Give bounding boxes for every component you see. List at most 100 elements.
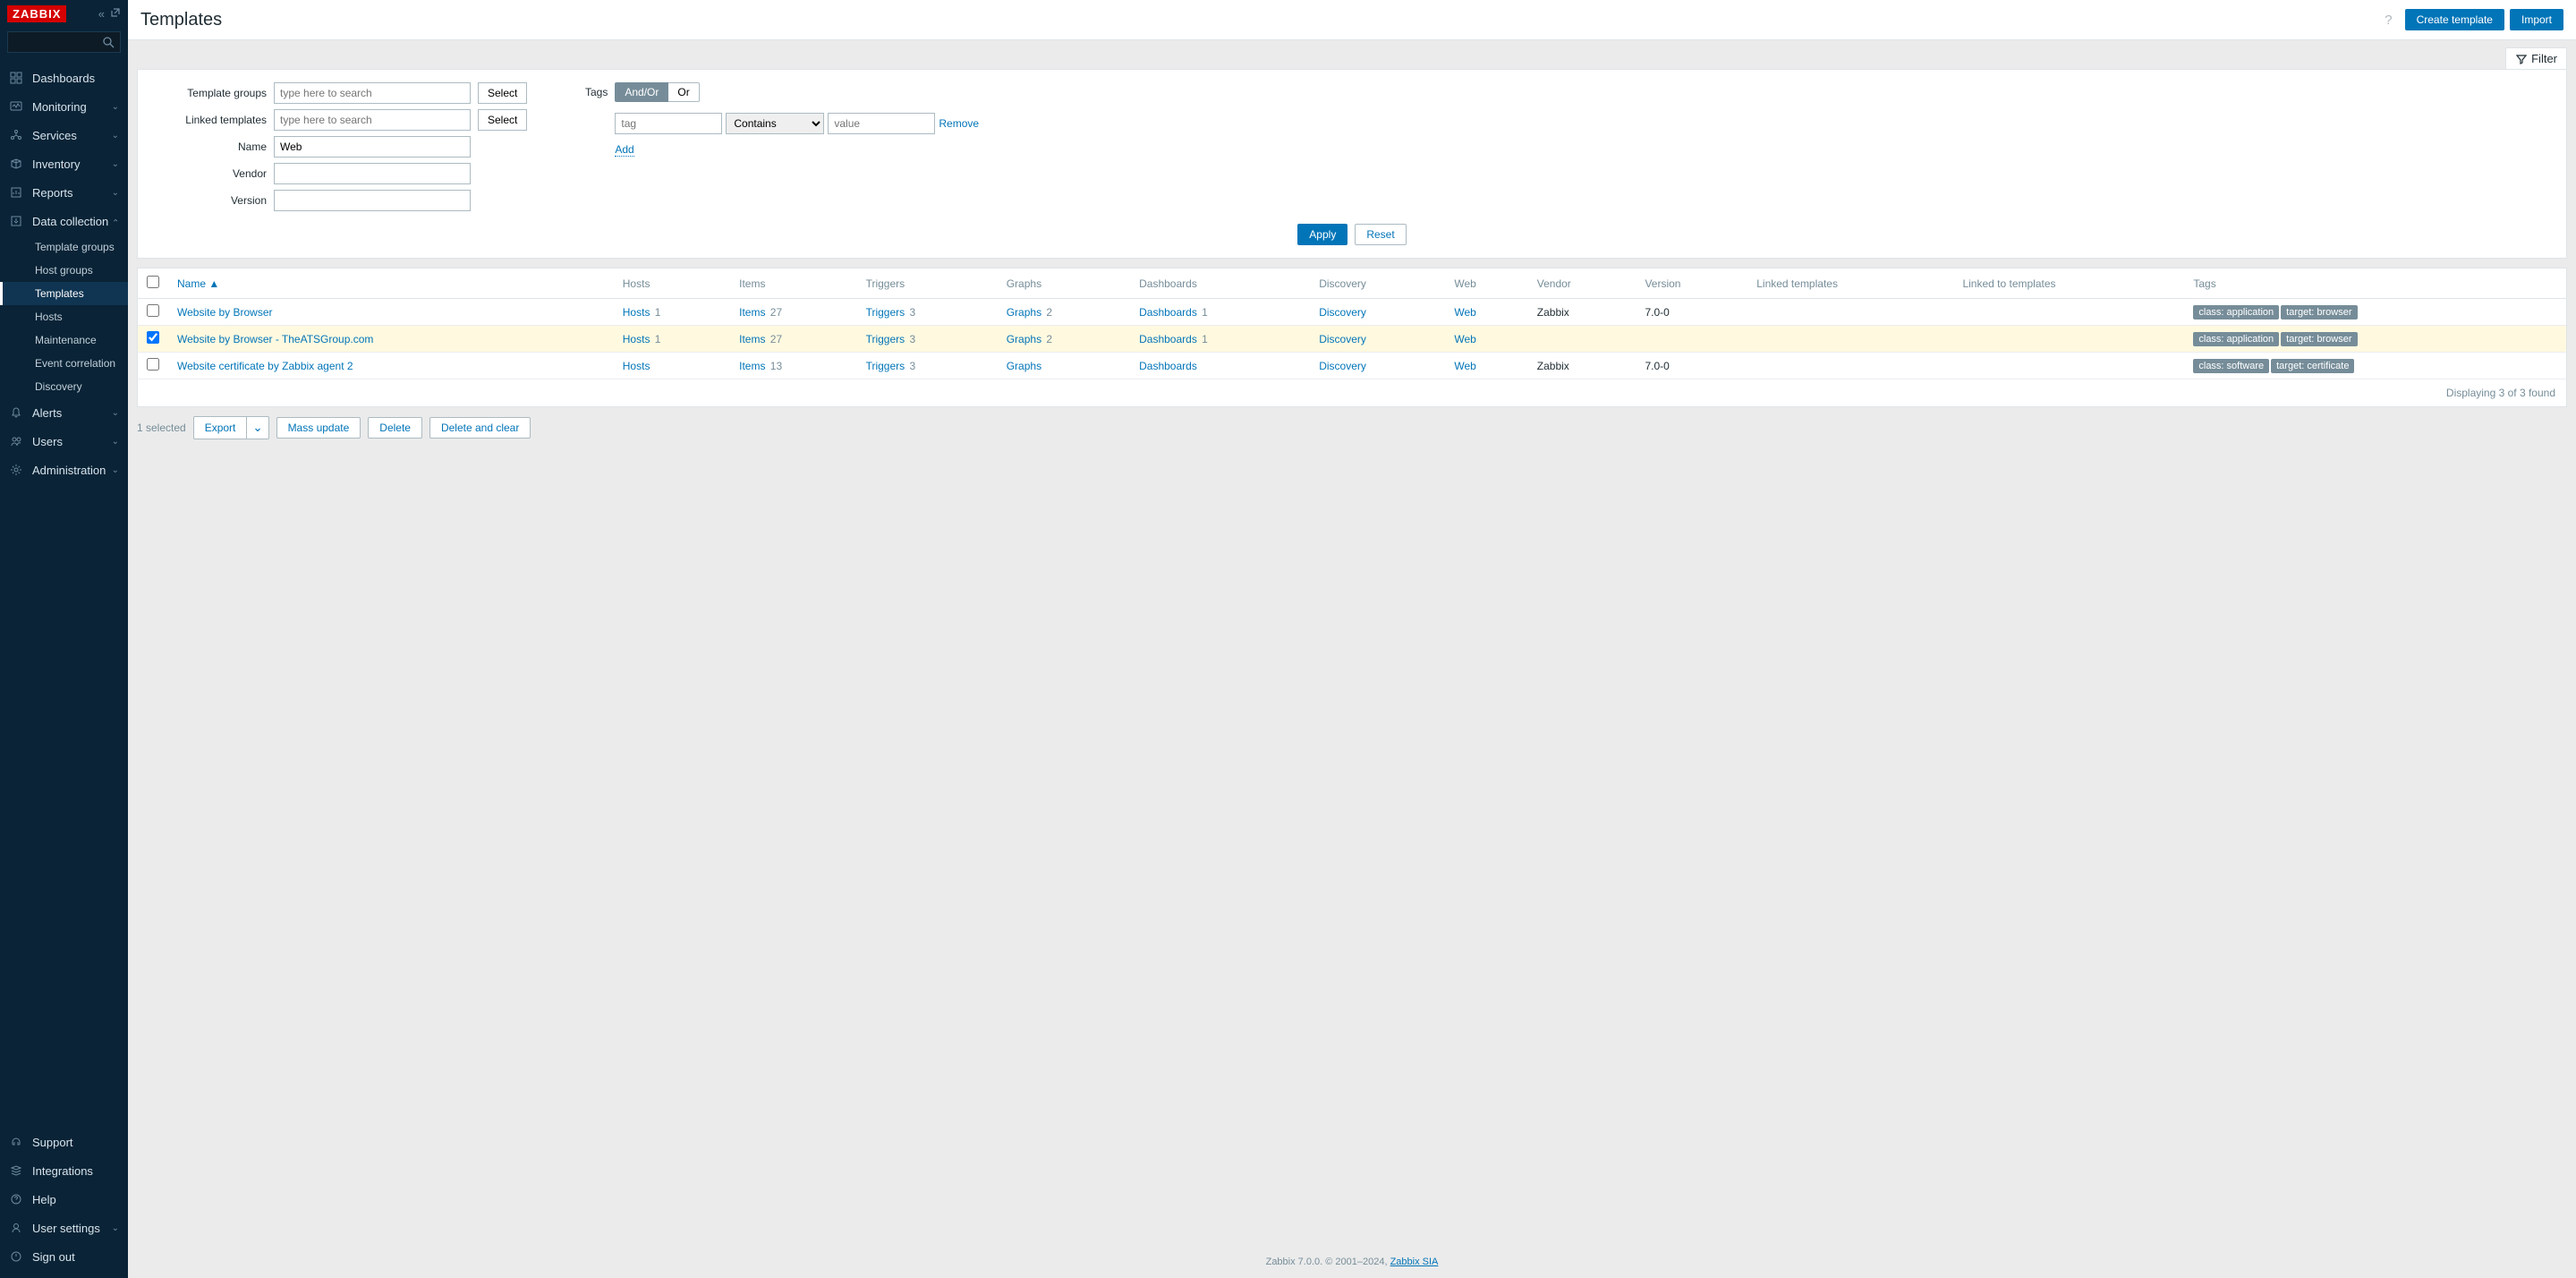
page-help-icon[interactable]: ? (2385, 13, 2392, 28)
nav-integrations[interactable]: Integrations (0, 1156, 128, 1185)
subnav-event-correlation[interactable]: Event correlation (0, 352, 128, 375)
nav-inventory[interactable]: Inventory ⌄ (0, 149, 128, 178)
filter-tab[interactable]: Filter (2505, 47, 2567, 69)
name-label: Name (150, 141, 267, 153)
tag-remove-link[interactable]: Remove (939, 117, 979, 130)
dashboards-link[interactable]: Dashboards (1139, 333, 1197, 345)
filter-col-left: Template groups Select Linked templates … (150, 82, 527, 211)
dashboards-link[interactable]: Dashboards (1139, 306, 1197, 319)
select-all-checkbox[interactable] (147, 276, 159, 288)
linked-templates-select-button[interactable]: Select (478, 109, 527, 131)
template-name-link[interactable]: Website certificate by Zabbix agent 2 (177, 360, 353, 372)
template-groups-select-button[interactable]: Select (478, 82, 527, 104)
nav-services[interactable]: Services ⌄ (0, 121, 128, 149)
export-button[interactable]: Export (193, 416, 248, 439)
nav-users[interactable]: Users ⌄ (0, 427, 128, 456)
subnav-template-groups[interactable]: Template groups (0, 235, 128, 259)
collapse-sidebar-icon[interactable]: « (98, 7, 105, 21)
tag-value-input[interactable] (828, 113, 935, 134)
search-icon[interactable] (102, 36, 115, 48)
triggers-link[interactable]: Triggers (866, 306, 905, 319)
linked-to-templates-cell (1953, 299, 2184, 326)
web-link[interactable]: Web (1454, 360, 1475, 372)
template-groups-input[interactable] (274, 82, 471, 104)
or-button[interactable]: Or (668, 82, 699, 102)
row-checkbox[interactable] (147, 304, 159, 317)
nav-sign-out[interactable]: Sign out (0, 1242, 128, 1271)
dashboards-link[interactable]: Dashboards (1139, 360, 1197, 372)
subnav-maintenance[interactable]: Maintenance (0, 328, 128, 352)
tag-name-input[interactable] (615, 113, 722, 134)
tag-operator-select[interactable]: Contains (726, 113, 824, 134)
user-icon (9, 1221, 23, 1235)
nav-monitoring[interactable]: Monitoring ⌄ (0, 92, 128, 121)
hosts-link[interactable]: Hosts (623, 333, 650, 345)
table-row: Website certificate by Zabbix agent 2 Ho… (138, 353, 2566, 379)
col-graphs: Graphs (998, 268, 1130, 299)
col-name[interactable]: Name ▲ (168, 268, 614, 299)
subnav-hosts[interactable]: Hosts (0, 305, 128, 328)
version-input[interactable] (274, 190, 471, 211)
row-checkbox[interactable] (147, 331, 159, 344)
template-name-link[interactable]: Website by Browser - TheATSGroup.com (177, 333, 373, 345)
tag-badge: class: software (2193, 359, 2269, 373)
action-bar: 1 selected Export ⌄ Mass update Delete D… (137, 416, 2567, 439)
subnav-data-collection: Template groups Host groups Templates Ho… (0, 235, 128, 398)
items-link[interactable]: Items (739, 360, 765, 372)
nav-reports[interactable]: Reports ⌄ (0, 178, 128, 207)
sidebar: ZABBIX « Dashboards Monitoring ⌄ Service… (0, 0, 128, 1278)
page-title: Templates (140, 10, 222, 30)
nav-administration[interactable]: Administration ⌄ (0, 456, 128, 484)
table-row: Website by Browser Hosts 1 Items 27 Trig… (138, 299, 2566, 326)
discovery-link[interactable]: Discovery (1319, 333, 1366, 345)
subnav-discovery[interactable]: Discovery (0, 375, 128, 398)
web-link[interactable]: Web (1454, 333, 1475, 345)
create-template-button[interactable]: Create template (2405, 9, 2504, 30)
chevron-down-icon: ⌄ (112, 102, 119, 112)
tag-add-link[interactable]: Add (615, 143, 633, 157)
mass-update-button[interactable]: Mass update (276, 417, 361, 439)
hosts-link[interactable]: Hosts (623, 360, 650, 372)
row-checkbox[interactable] (147, 358, 159, 371)
linked-templates-input[interactable] (274, 109, 471, 131)
and-or-button[interactable]: And/Or (615, 82, 668, 102)
import-button[interactable]: Import (2510, 9, 2563, 30)
nav-support[interactable]: Support (0, 1128, 128, 1156)
footer-link[interactable]: Zabbix SIA (1390, 1257, 1439, 1267)
search-box[interactable] (7, 31, 121, 53)
delete-button[interactable]: Delete (368, 417, 422, 439)
delete-clear-button[interactable]: Delete and clear (429, 417, 531, 439)
template-name-link[interactable]: Website by Browser (177, 306, 272, 319)
graphs-link[interactable]: Graphs (1007, 306, 1041, 319)
discovery-link[interactable]: Discovery (1319, 360, 1366, 372)
nav-help[interactable]: Help (0, 1185, 128, 1214)
graphs-link[interactable]: Graphs (1007, 360, 1041, 372)
discovery-link[interactable]: Discovery (1319, 306, 1366, 319)
popout-icon[interactable] (110, 7, 121, 21)
vendor-input[interactable] (274, 163, 471, 184)
reset-button[interactable]: Reset (1355, 224, 1406, 245)
chevron-down-icon: ⌄ (112, 188, 119, 198)
web-link[interactable]: Web (1454, 306, 1475, 319)
triggers-link[interactable]: Triggers (866, 333, 905, 345)
col-linked-templates: Linked templates (1747, 268, 1953, 299)
nav-data-collection[interactable]: Data collection ⌄ (0, 207, 128, 235)
nav-alerts[interactable]: Alerts ⌄ (0, 398, 128, 427)
subnav-templates[interactable]: Templates (0, 282, 128, 305)
subnav-host-groups[interactable]: Host groups (0, 259, 128, 282)
nav-dashboards[interactable]: Dashboards (0, 64, 128, 92)
name-input[interactable] (274, 136, 471, 158)
export-dropdown-button[interactable]: ⌄ (247, 416, 268, 439)
zabbix-logo[interactable]: ZABBIX (7, 5, 66, 22)
graphs-link[interactable]: Graphs (1007, 333, 1041, 345)
items-link[interactable]: Items (739, 306, 765, 319)
triggers-link[interactable]: Triggers (866, 360, 905, 372)
filter-tab-label: Filter (2531, 52, 2557, 65)
search-input[interactable] (13, 36, 102, 49)
items-link[interactable]: Items (739, 333, 765, 345)
nav-user-settings[interactable]: User settings ⌄ (0, 1214, 128, 1242)
hosts-link[interactable]: Hosts (623, 306, 650, 319)
apply-button[interactable]: Apply (1297, 224, 1348, 245)
col-linked-to-templates: Linked to templates (1953, 268, 2184, 299)
linked-to-templates-cell (1953, 353, 2184, 379)
